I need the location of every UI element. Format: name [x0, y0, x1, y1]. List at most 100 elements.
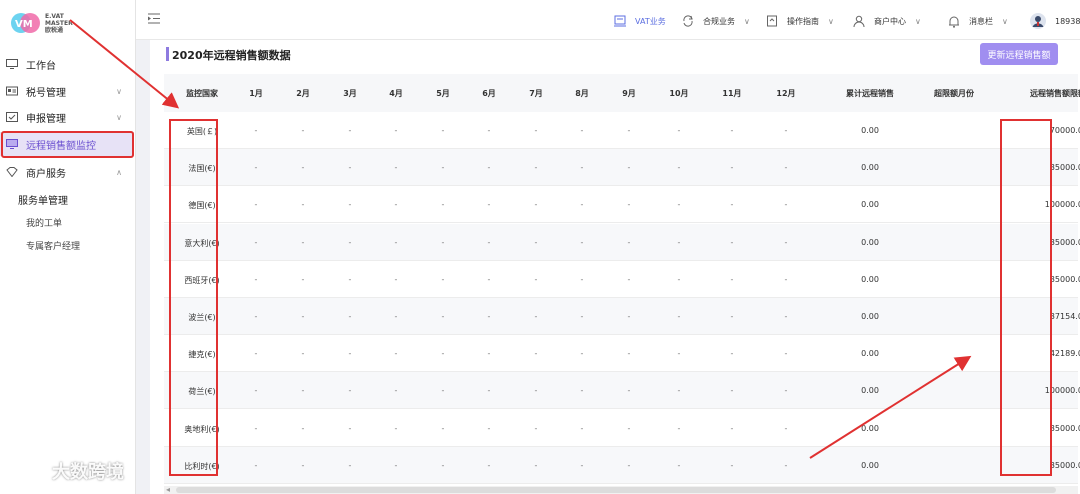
nav-merchant-center[interactable]: 商户中心 ∨ [853, 15, 921, 27]
sidebar-item-label: 申报管理 [26, 113, 66, 125]
chevron-down-icon: ∨ [744, 16, 750, 26]
sidebar-item-label: 工作台 [26, 60, 56, 72]
month-cell: - [627, 237, 631, 247]
month-cell: - [441, 386, 445, 396]
month-cell: - [730, 423, 734, 433]
month-cell: - [627, 386, 631, 396]
month-cell: - [441, 423, 445, 433]
month-cell: - [534, 237, 538, 247]
month-cell: - [441, 163, 445, 173]
month-cell: - [580, 312, 584, 321]
month-cell: - [301, 237, 305, 247]
month-cell: - [534, 386, 538, 396]
nav-vat-business[interactable]: VAT业务 [614, 15, 666, 27]
sidebar-item-workbench[interactable]: 工作台 [0, 52, 134, 76]
chevron-down-icon: ∨ [828, 16, 834, 26]
sidebar: VM E.VAT MASTER 欧税通 工作台 税号管理 ∨ 申报管理 ∨ 远程… [0, 0, 136, 494]
month-cell: - [441, 237, 445, 247]
top-bar: VAT业务 合规业务 ∨ 操作指南 ∨ 商户中心 ∨ 消息栏 ∨ 18938 [136, 0, 1080, 40]
logo-line-2: MASTER [45, 19, 73, 27]
logo-text: E.VAT MASTER 欧税通 [45, 13, 73, 34]
sidebar-item-tax-id[interactable]: 税号管理 ∨ [0, 79, 134, 103]
month-cell: - [348, 200, 352, 210]
month-cell: - [487, 200, 491, 210]
logo[interactable]: VM E.VAT MASTER 欧税通 [10, 8, 73, 38]
scroll-left-icon[interactable]: ◂ [166, 485, 170, 494]
month-cell: - [348, 312, 352, 321]
month-cell: - [254, 349, 258, 359]
month-cell: - [254, 200, 258, 210]
month-cell: - [580, 274, 584, 284]
table-row: 比利时(€)------------0.0035000.00 [164, 446, 1080, 484]
month-cell: - [487, 460, 491, 470]
svg-text:VM: VM [15, 19, 33, 30]
nav-guide[interactable]: 操作指南 ∨ [766, 15, 834, 27]
column-header: 12月 [773, 88, 799, 99]
nav-compliance[interactable]: 合规业务 ∨ [682, 15, 750, 27]
sidebar-subitem-account-manager[interactable]: 专属客户经理 [26, 239, 80, 252]
avatar [1030, 13, 1046, 29]
scrollbar-thumb[interactable] [176, 487, 1056, 493]
country-column-highlight [169, 119, 218, 476]
horizontal-scrollbar[interactable]: ◂ [164, 485, 1078, 494]
month-cell: - [677, 423, 681, 433]
month-cell: - [394, 312, 398, 321]
column-header-label: 8月 [575, 89, 589, 98]
column-header-label: 1月 [249, 89, 263, 98]
month-cell: - [441, 349, 445, 359]
watermark: 大数跨境 [8, 458, 124, 484]
column-header: 2月 [290, 88, 316, 99]
month-cell: - [301, 163, 305, 173]
table-row: 奥地利(€)------------0.0035000.00 [164, 410, 1080, 447]
diamond-icon [6, 167, 18, 177]
column-header: 1月 [243, 88, 269, 99]
sidebar-item-declaration[interactable]: 申报管理 ∨ [0, 105, 134, 129]
month-cell: - [627, 349, 631, 359]
month-cell: - [441, 460, 445, 470]
month-cell: - [301, 423, 305, 433]
month-cell: - [301, 200, 305, 210]
logo-line-3: 欧税通 [45, 26, 64, 34]
month-cell: - [677, 163, 681, 173]
month-cell: - [487, 349, 491, 359]
month-cell: - [301, 460, 305, 470]
column-header: 11月 [719, 88, 745, 99]
month-cell: - [534, 312, 538, 321]
month-cell: - [394, 126, 398, 135]
month-cell: - [348, 349, 352, 359]
user-name: 189386 [1055, 16, 1080, 26]
month-cell: - [487, 386, 491, 396]
month-cell: - [394, 200, 398, 210]
page-title: 2020年远程销售额数据 [172, 49, 291, 62]
cumulative-cell: 0.00 [861, 126, 879, 135]
month-cell: - [627, 163, 631, 173]
user-menu[interactable]: 189386 [1030, 13, 1080, 29]
nav-messages[interactable]: 消息栏 ∨ [948, 15, 1008, 28]
menu-fold-icon[interactable] [148, 13, 160, 24]
sidebar-subhead-service-orders[interactable]: 服务单管理 [18, 192, 68, 207]
month-cell: - [730, 200, 734, 210]
month-cell: - [784, 423, 788, 433]
column-header: 9月 [616, 88, 642, 99]
nav-merchant-label: 商户中心 [874, 16, 906, 26]
chevron-down-icon: ∨ [1002, 17, 1008, 26]
column-header-label: 超限额月份 [934, 89, 974, 98]
month-cell: - [348, 423, 352, 433]
month-cell: - [677, 200, 681, 210]
sidebar-subitem-my-tickets[interactable]: 我的工单 [26, 216, 62, 229]
update-remote-sales-button[interactable]: 更新远程销售额 [980, 43, 1058, 65]
cumulative-cell: 0.00 [861, 163, 879, 173]
month-cell: - [254, 237, 258, 247]
month-cell: - [301, 312, 305, 321]
nav-vat-label: VAT业务 [635, 16, 666, 26]
month-cell: - [394, 163, 398, 173]
month-cell: - [580, 237, 584, 247]
table-row: 西班牙(€)------------0.0035000.00 [164, 261, 1080, 298]
month-cell: - [348, 126, 352, 135]
month-cell: - [730, 163, 734, 173]
month-cell: - [534, 200, 538, 210]
cumulative-cell: 0.00 [861, 349, 879, 359]
sidebar-item-merchant-service[interactable]: 商户服务 ∧ [0, 160, 134, 184]
month-cell: - [784, 200, 788, 210]
month-cell: - [254, 126, 258, 135]
